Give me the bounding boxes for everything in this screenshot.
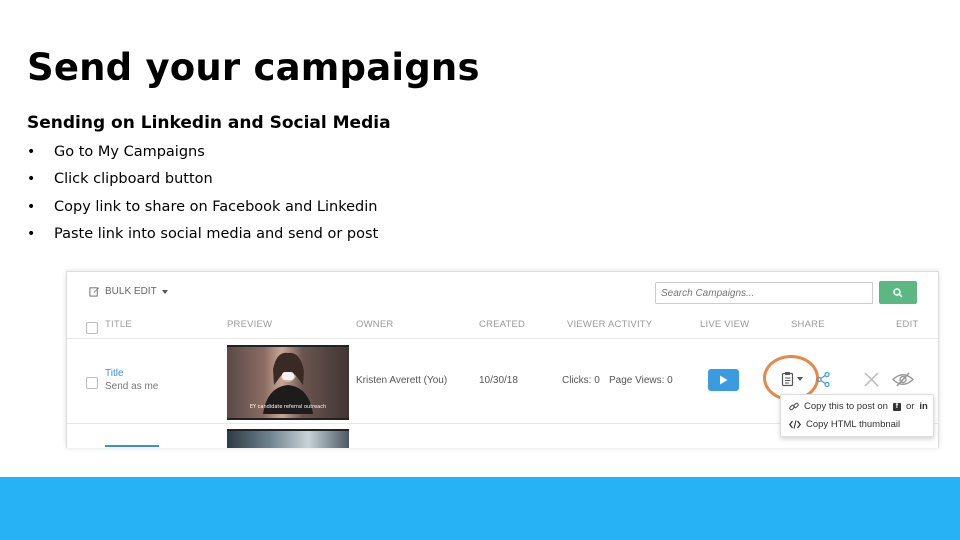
row-checkbox[interactable] (86, 377, 98, 389)
campaign-thumbnail[interactable]: EY candidate referral outreach (227, 345, 349, 420)
link-icon (789, 402, 799, 410)
header-preview: PREVIEW (227, 319, 273, 330)
header-owner[interactable]: OWNER (356, 319, 393, 330)
bulk-edit-label: BULK EDIT (105, 286, 157, 297)
bullet-item: Copy link to share on Facebook and Linke… (27, 197, 378, 224)
bullet-item: Paste link into social media and send or… (27, 224, 378, 251)
search-icon (893, 287, 903, 298)
search-input[interactable] (655, 282, 873, 304)
share-dropdown-menu: Copy this to post on f or in Copy HTML t… (780, 394, 934, 437)
campaigns-panel: BULK EDIT TITLE PREVIEW OWNER CREATED VI… (66, 271, 939, 448)
facebook-icon: f (892, 402, 901, 411)
code-icon (789, 420, 801, 429)
clicks-cell: Clicks: 0 (562, 375, 600, 386)
created-cell: 10/30/18 (479, 375, 518, 386)
share-icon[interactable] (816, 372, 830, 387)
owner-cell: Kristen Averett (You) (356, 375, 448, 386)
search-button[interactable] (879, 281, 917, 304)
or-label: or (905, 401, 915, 412)
page-views-cell: Page Views: 0 (609, 375, 673, 386)
header-viewer-activity[interactable]: VIEWER ACTIVITY (567, 319, 652, 330)
bullet-item: Go to My Campaigns (27, 142, 378, 169)
header-share: SHARE (791, 319, 825, 330)
linkedin-icon: in (919, 401, 928, 412)
copy-post-label: Copy this to post on (804, 401, 888, 412)
header-title[interactable]: TITLE (105, 319, 132, 330)
bullet-item: Click clipboard button (27, 169, 378, 196)
play-icon (720, 375, 728, 385)
clipboard-button[interactable] (781, 371, 803, 387)
clipboard-icon (781, 372, 794, 387)
caret-down-icon (797, 377, 803, 381)
eye-slash-icon[interactable] (892, 372, 914, 387)
campaign-title-link[interactable] (105, 445, 159, 447)
bottom-color-band (0, 477, 960, 540)
slide-title: Send your campaigns (27, 46, 480, 89)
campaign-thumbnail[interactable] (227, 429, 349, 448)
header-live-view: LIVE VIEW (700, 319, 750, 330)
row-divider (67, 338, 938, 339)
close-icon[interactable] (864, 372, 879, 387)
header-created[interactable]: CREATED (479, 319, 525, 330)
copy-social-link-item[interactable]: Copy this to post on f or in (789, 401, 928, 412)
bulk-edit-button[interactable]: BULK EDIT (89, 286, 168, 297)
copy-html-thumbnail-item[interactable]: Copy HTML thumbnail (789, 419, 900, 430)
caret-down-icon (161, 289, 168, 294)
thumbnail-caption: EY candidate referral outreach (249, 404, 327, 410)
select-all-checkbox[interactable] (86, 322, 98, 334)
copy-html-label: Copy HTML thumbnail (806, 419, 901, 430)
live-view-button[interactable] (708, 369, 739, 391)
edit-icon (89, 287, 100, 297)
campaign-sender: Send as me (105, 381, 159, 392)
slide-subtitle: Sending on Linkedin and Social Media (27, 113, 391, 133)
bullet-list: Go to My Campaigns Click clipboard butto… (27, 142, 378, 251)
campaign-title-link[interactable]: Title (105, 368, 124, 379)
header-edit: EDIT (896, 319, 919, 330)
